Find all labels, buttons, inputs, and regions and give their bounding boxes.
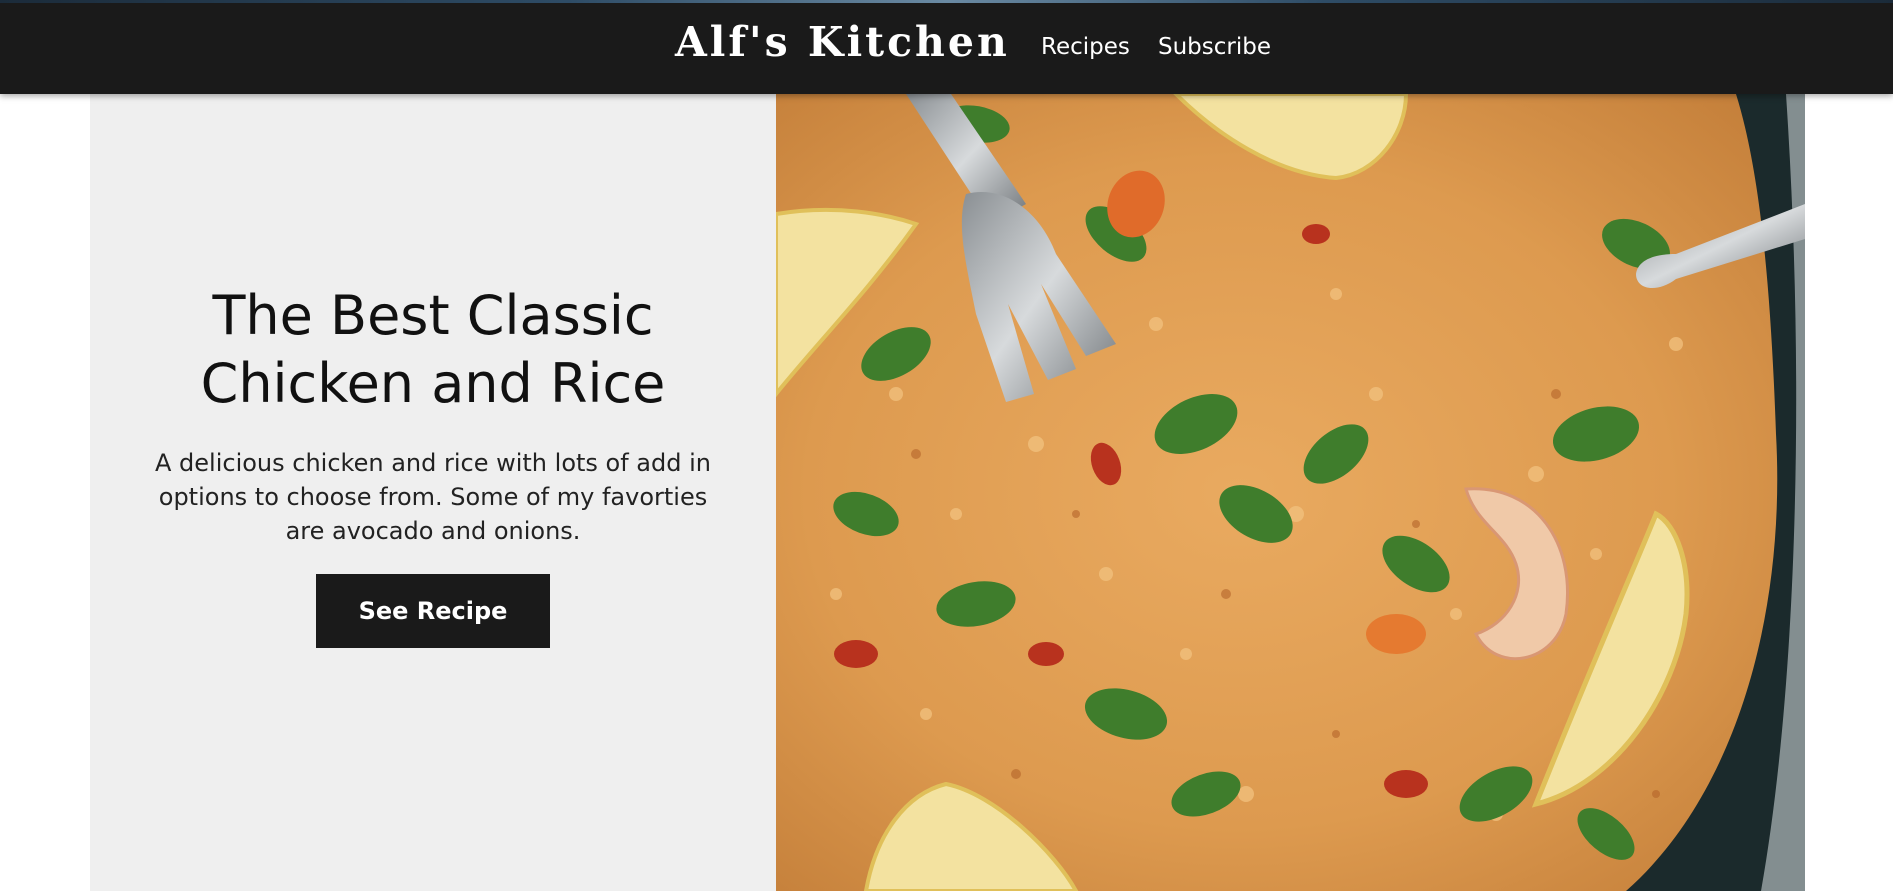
see-recipe-button[interactable]: See Recipe	[316, 574, 550, 648]
hero-food-image	[776, 94, 1805, 891]
hero-text-panel: The Best Classic Chicken and Rice A deli…	[90, 94, 776, 891]
chicken-rice-illustration	[776, 94, 1805, 891]
nav-recipes-link[interactable]: Recipes	[1041, 34, 1130, 60]
site-logo[interactable]: Alf's Kitchen	[675, 18, 1010, 66]
hero-title-line-2: Chicken and Rice	[200, 352, 666, 415]
hero-description: A delicious chicken and rice with lots o…	[155, 449, 711, 545]
nav-subscribe-link[interactable]: Subscribe	[1158, 34, 1271, 60]
hero-title-line-1: The Best Classic	[212, 284, 654, 347]
hero-title: The Best Classic Chicken and Rice	[90, 282, 776, 418]
site-header: Alf's Kitchen Recipes Subscribe	[0, 0, 1893, 94]
